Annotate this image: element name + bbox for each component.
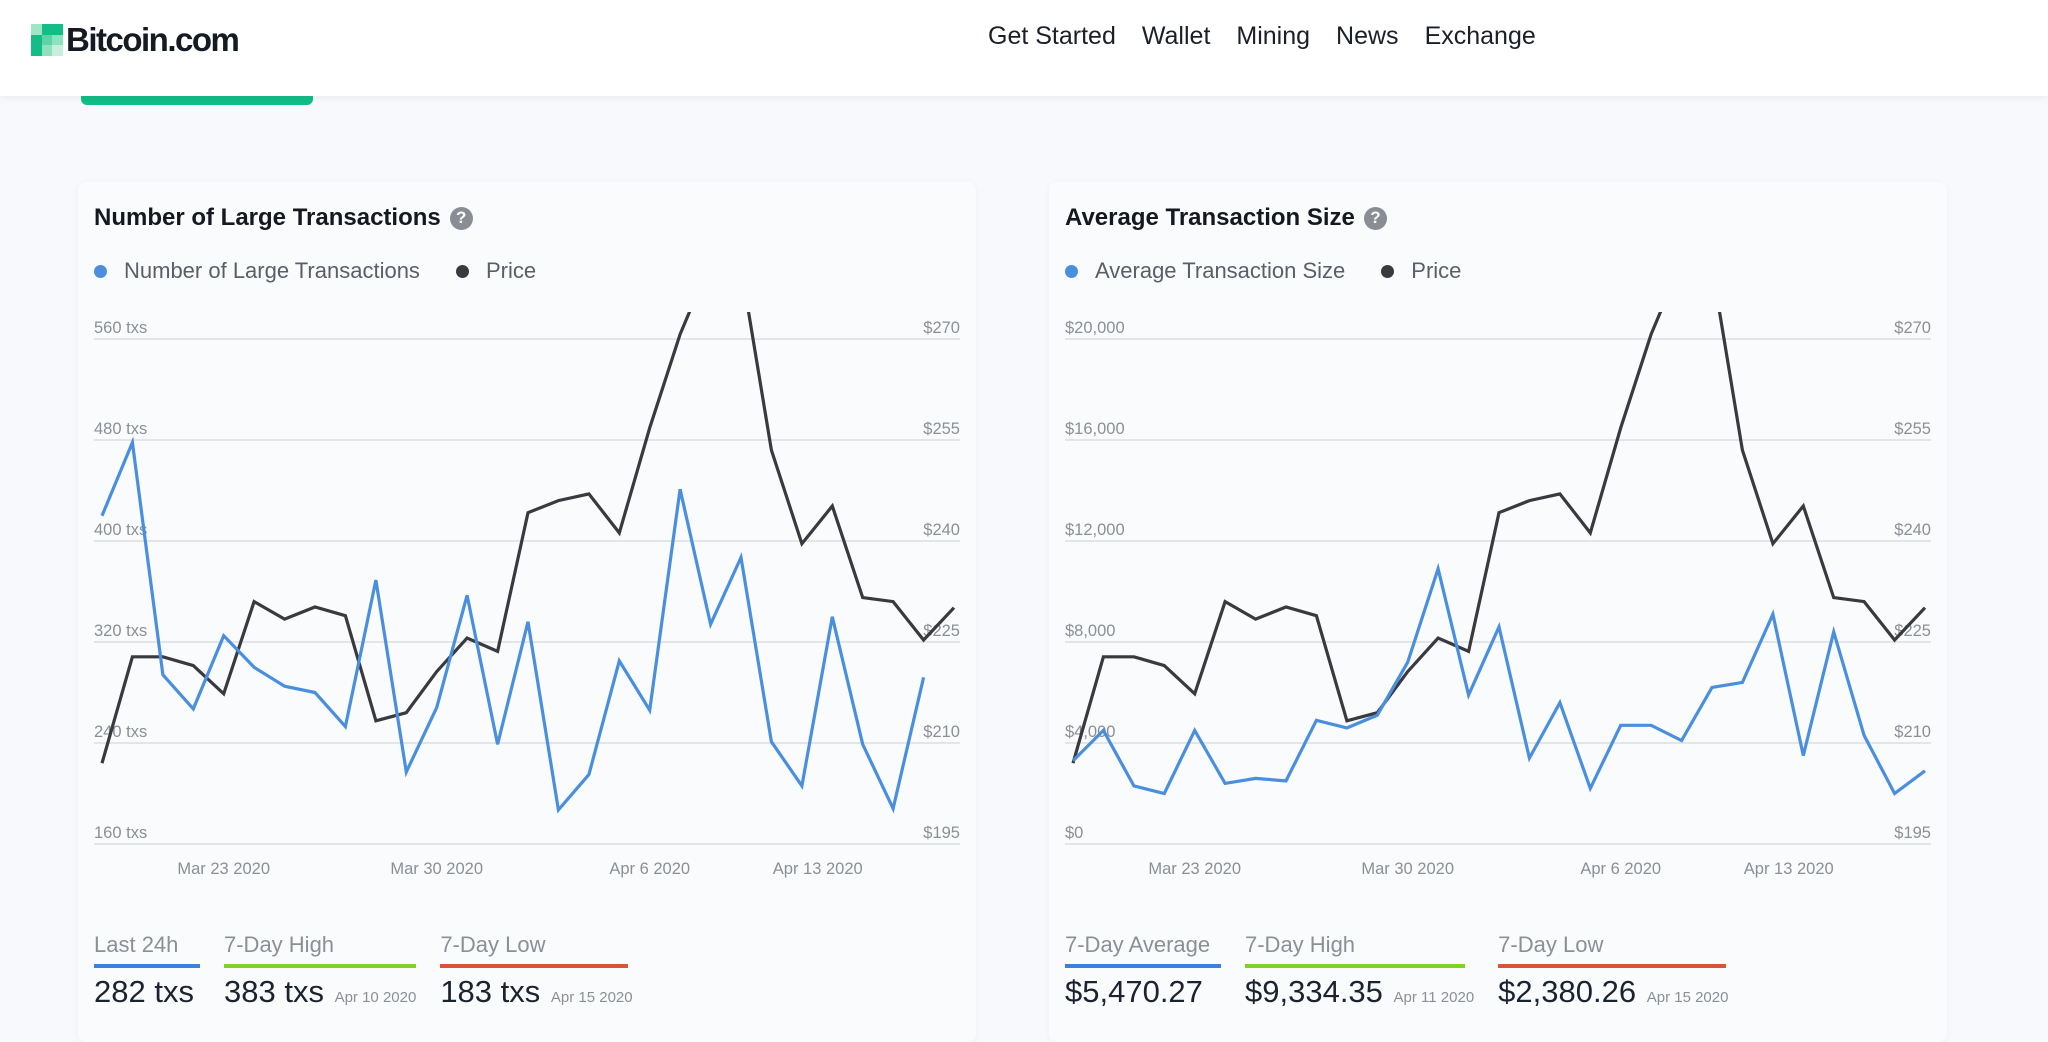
stat-date: Apr 11 2020	[1393, 989, 1475, 1006]
series-line-price	[1071, 312, 1927, 764]
y-left-tick-label: $8,000	[1065, 622, 1115, 640]
stat-7day-low: 7-Day Low $2,380.26 Apr 15 2020	[1498, 932, 1728, 1010]
stat-date: Apr 15 2020	[1646, 989, 1729, 1006]
stat-label: 7-Day Low	[440, 932, 629, 968]
large-transactions-chart[interactable]: 560 txs $270 480 txs $255 400 txs $240 320 txs…	[78, 312, 976, 912]
stat-value: $2,380.26 Apr 15 2020	[1498, 974, 1728, 1010]
large-transactions-card: Number of Large Transactions ? Number of…	[78, 182, 976, 1042]
nav-mining[interactable]: Mining	[1236, 22, 1310, 51]
y-right-tick-label: $210	[1894, 723, 1931, 741]
legend-dot-dark-icon	[455, 264, 469, 278]
stat-value: 183 txs Apr 15 2020	[440, 974, 632, 1010]
card-title-text: Average Transaction Size	[1065, 204, 1355, 231]
legend-label: Price	[485, 258, 537, 283]
stat-7day-high: 7-Day High 383 txs Apr 10 2020	[224, 932, 416, 1010]
x-tick-label: Mar 23 2020	[177, 860, 270, 878]
bitcoin-logo[interactable]: Bitcoin.com	[31, 21, 240, 59]
y-right-tick-label: $240	[923, 521, 960, 539]
x-tick-label: Apr 13 2020	[1744, 860, 1834, 878]
logo-mark-icon	[31, 24, 63, 56]
series-line-blue	[100, 436, 926, 814]
y-right-tick-label: $270	[923, 319, 960, 337]
y-left-tick-label: 160 txs	[94, 824, 147, 842]
stat-label: 7-Day High	[1245, 932, 1465, 968]
y-left-tick-label: $12,000	[1065, 521, 1125, 539]
chart-legend: Number of Large Transactions Price	[94, 258, 536, 284]
y-right-tick-label: $210	[923, 723, 960, 741]
y-right-tick-label: $195	[1894, 824, 1931, 842]
x-tick-label: Apr 6 2020	[609, 860, 690, 878]
logo-text: Bitcoin.com	[66, 21, 240, 58]
y-left-tick-label: 320 txs	[94, 622, 147, 640]
y-left-tick-label: 240 txs	[94, 723, 147, 741]
avg-transaction-size-chart[interactable]: $20,000 $270 $16,000 $255 $12,000 $240 $8,000 $…	[1049, 312, 1947, 912]
y-left-tick-label: $20,000	[1065, 319, 1125, 337]
y-right-tick-label: $255	[1894, 420, 1931, 438]
legend-label: Average Transaction Size	[1095, 258, 1346, 283]
stat-7day-average: 7-Day Average $5,470.27	[1065, 932, 1221, 1010]
top-navbar: Bitcoin.com Get Started Wallet Mining Ne…	[0, 0, 2048, 96]
stat-last-24h: Last 24h 282 txs	[94, 932, 200, 1010]
x-tick-label: Mar 30 2020	[390, 860, 483, 878]
nav-get-started[interactable]: Get Started	[988, 22, 1116, 51]
stat-value: 282 txs	[94, 974, 200, 1010]
stats-row: Last 24h 282 txs 7-Day High 383 txs Apr …	[94, 932, 633, 1010]
stat-date: Apr 10 2020	[334, 989, 417, 1006]
x-tick-label: Apr 6 2020	[1580, 860, 1661, 878]
stat-label: Last 24h	[94, 932, 200, 968]
y-right-tick-label: $255	[923, 420, 960, 438]
y-right-tick-label: $225	[1894, 622, 1931, 640]
series-line-price	[100, 312, 956, 764]
x-tick-label: Mar 30 2020	[1361, 860, 1454, 878]
y-left-tick-label: 480 txs	[94, 420, 147, 438]
y-left-tick-label: $0	[1065, 824, 1083, 842]
stat-label: 7-Day High	[224, 932, 416, 968]
stat-value: $5,470.27	[1065, 974, 1221, 1010]
y-right-tick-label: $270	[1894, 319, 1931, 337]
main-nav: Get Started Wallet Mining News Exchange	[988, 22, 1536, 51]
y-right-tick-label: $225	[923, 622, 960, 640]
legend-dot-blue-icon	[1065, 264, 1078, 278]
nav-wallet[interactable]: Wallet	[1142, 22, 1211, 51]
legend-item-series[interactable]: Average Transaction Size	[1065, 258, 1345, 284]
legend-item-price[interactable]: Price	[1381, 258, 1461, 284]
stat-date: Apr 15 2020	[550, 989, 633, 1006]
stat-value: $9,334.35 Apr 11 2020	[1245, 974, 1474, 1010]
y-right-tick-label: $240	[1894, 521, 1931, 539]
card-title: Number of Large Transactions ?	[94, 204, 473, 232]
stat-7day-low: 7-Day Low 183 txs Apr 15 2020	[440, 932, 633, 1010]
card-title: Average Transaction Size ?	[1065, 204, 1387, 232]
stat-value-text: 383 txs	[224, 974, 324, 1009]
legend-item-price[interactable]: Price	[455, 258, 537, 284]
stat-label: 7-Day Average	[1065, 932, 1221, 968]
stat-value-text: 282 txs	[94, 974, 194, 1009]
chart-legend: Average Transaction Size Price	[1065, 258, 1461, 284]
stats-row: 7-Day Average $5,470.27 7-Day High $9,33…	[1065, 932, 1728, 1010]
avg-transaction-size-card: Average Transaction Size ? Average Trans…	[1049, 182, 1947, 1042]
legend-dot-dark-icon	[1381, 264, 1395, 278]
nav-exchange[interactable]: Exchange	[1425, 22, 1536, 51]
legend-dot-blue-icon	[94, 264, 107, 278]
y-right-tick-label: $195	[923, 824, 960, 842]
nav-news[interactable]: News	[1336, 22, 1399, 51]
card-title-text: Number of Large Transactions	[94, 204, 441, 231]
y-left-tick-label: $16,000	[1065, 420, 1125, 438]
help-icon[interactable]: ?	[449, 206, 473, 230]
stat-7day-high: 7-Day High $9,334.35 Apr 11 2020	[1245, 932, 1474, 1010]
series-line-blue	[1071, 562, 1926, 796]
legend-label: Number of Large Transactions	[124, 258, 420, 283]
y-left-tick-label: 400 txs	[94, 521, 147, 539]
stat-value-text: $5,470.27	[1065, 974, 1203, 1009]
y-left-tick-label: 560 txs	[94, 319, 147, 337]
stat-value-text: $9,334.35	[1245, 974, 1383, 1009]
legend-item-series[interactable]: Number of Large Transactions	[94, 258, 420, 284]
x-tick-label: Apr 13 2020	[773, 860, 863, 878]
stat-label: 7-Day Low	[1498, 932, 1727, 968]
stat-value-text: $2,380.26	[1498, 974, 1637, 1009]
help-icon[interactable]: ?	[1363, 206, 1387, 230]
stat-value: 383 txs Apr 10 2020	[224, 974, 416, 1010]
x-tick-label: Mar 23 2020	[1148, 860, 1241, 878]
stat-value-text: 183 txs	[440, 974, 541, 1009]
legend-label: Price	[1411, 258, 1462, 283]
